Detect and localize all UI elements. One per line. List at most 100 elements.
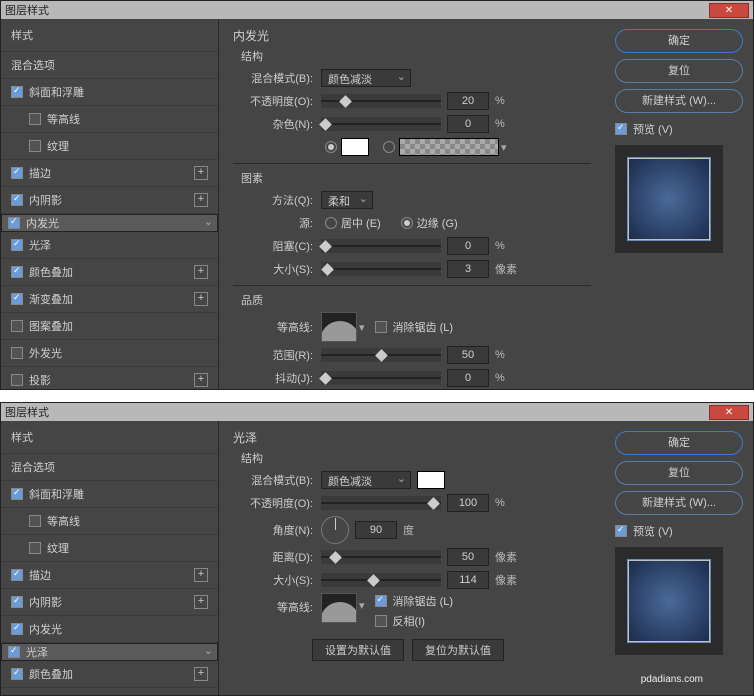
sidebar-item-bevel[interactable]: 斜面和浮雕 [1,79,218,106]
sidebar-item-texture[interactable]: 纹理 [1,535,218,562]
sidebar-item-contour[interactable]: 等高线 [1,508,218,535]
checkbox-icon[interactable] [29,113,41,125]
ok-button[interactable]: 确定 [615,29,743,53]
color-swatch[interactable] [417,471,445,489]
size-input[interactable]: 114 [447,571,489,589]
new-style-button[interactable]: 新建样式 (W)... [615,491,743,515]
opacity-input[interactable]: 20 [447,92,489,110]
antialias-checkbox[interactable] [375,321,387,333]
add-effect-icon[interactable]: + [194,193,208,207]
add-effect-icon[interactable]: + [194,292,208,306]
sidebar-item-contour[interactable]: 等高线 [1,106,218,133]
sidebar-item-inner-shadow[interactable]: 内阴影+ [1,187,218,214]
source-edge-radio[interactable] [401,217,413,229]
ok-button[interactable]: 确定 [615,431,743,455]
add-effect-icon[interactable]: + [194,667,208,681]
size-input[interactable]: 3 [447,260,489,278]
noise-input[interactable]: 0 [447,115,489,133]
checkbox-icon[interactable] [11,239,23,251]
close-button[interactable]: ✕ [709,405,749,420]
add-effect-icon[interactable]: + [194,595,208,609]
size-slider[interactable] [321,262,441,276]
choke-slider[interactable] [321,239,441,253]
sidebar-item-gradient-overlay[interactable]: 渐变叠加+ [1,286,218,313]
sidebar-item-color-overlay[interactable]: 颜色叠加+ [1,259,218,286]
sidebar-item-stroke[interactable]: 描边+ [1,160,218,187]
color-swatch[interactable] [341,138,369,156]
reset-default-button[interactable]: 复位为默认值 [412,639,504,661]
gradient-radio[interactable] [383,141,395,153]
sidebar-item-satin[interactable]: 光泽 [1,232,218,259]
size-slider[interactable] [321,573,441,587]
checkbox-icon[interactable] [29,542,41,554]
reset-button[interactable]: 复位 [615,59,743,83]
add-effect-icon[interactable]: + [194,166,208,180]
sidebar-item-inner-glow[interactable]: 内发光 [1,214,218,232]
choke-input[interactable]: 0 [447,237,489,255]
jitter-slider[interactable] [321,371,441,385]
opacity-slider[interactable] [321,496,441,510]
checkbox-icon[interactable] [11,374,23,386]
checkbox-icon[interactable] [11,596,23,608]
close-button[interactable]: ✕ [709,3,749,18]
checkbox-icon[interactable] [11,194,23,206]
checkbox-icon[interactable] [29,515,41,527]
new-style-button[interactable]: 新建样式 (W)... [615,89,743,113]
contour-picker[interactable] [321,593,357,623]
sidebar-item-satin[interactable]: 光泽 [1,643,218,661]
checkbox-icon[interactable] [11,167,23,179]
checkbox-icon[interactable] [11,623,23,635]
angle-dial[interactable] [321,516,349,544]
opacity-input[interactable]: 100 [447,494,489,512]
blend-mode-select[interactable]: 颜色减淡 [321,471,411,489]
add-effect-icon[interactable]: + [194,373,208,387]
checkbox-icon[interactable] [29,140,41,152]
contour-picker[interactable] [321,312,357,342]
checkbox-icon[interactable] [8,646,20,658]
technique-select[interactable]: 柔和 [321,191,373,209]
checkbox-icon[interactable] [11,347,23,359]
gradient-swatch[interactable] [399,138,499,156]
reset-button[interactable]: 复位 [615,461,743,485]
jitter-input[interactable]: 0 [447,369,489,387]
source-center-radio[interactable] [325,217,337,229]
antialias-checkbox[interactable] [375,595,387,607]
checkbox-icon[interactable] [11,320,23,332]
sidebar-item-inner-shadow[interactable]: 内阴影+ [1,589,218,616]
sidebar-item-drop-shadow[interactable]: 投影+ [1,367,218,389]
sidebar-item-pattern-overlay[interactable]: 图案叠加 [1,313,218,340]
sidebar-blend-options[interactable]: 混合选项 [1,454,218,481]
angle-label: 角度(N): [233,522,321,538]
technique-label: 方法(Q): [233,192,321,208]
titlebar: 图层样式 ✕ [1,1,753,19]
color-radio[interactable] [325,141,337,153]
checkbox-icon[interactable] [11,293,23,305]
sidebar-item-inner-glow[interactable]: 内发光 [1,616,218,643]
checkbox-icon[interactable] [11,266,23,278]
sidebar-item-stroke[interactable]: 描边+ [1,562,218,589]
opacity-slider[interactable] [321,94,441,108]
range-input[interactable]: 50 [447,346,489,364]
add-effect-icon[interactable]: + [194,265,208,279]
noise-slider[interactable] [321,117,441,131]
checkbox-icon[interactable] [11,668,23,680]
checkbox-icon[interactable] [11,569,23,581]
checkbox-icon[interactable] [8,217,20,229]
preview-checkbox[interactable] [615,525,627,537]
checkbox-icon[interactable] [11,488,23,500]
angle-input[interactable]: 90 [355,521,397,539]
checkbox-icon[interactable] [11,86,23,98]
sidebar-item-color-overlay[interactable]: 颜色叠加+ [1,661,218,688]
sidebar-blend-options[interactable]: 混合选项 [1,52,218,79]
blend-mode-select[interactable]: 颜色减淡 [321,69,411,87]
add-effect-icon[interactable]: + [194,568,208,582]
set-default-button[interactable]: 设置为默认值 [312,639,404,661]
preview-checkbox[interactable] [615,123,627,135]
invert-checkbox[interactable] [375,615,387,627]
sidebar-item-texture[interactable]: 纹理 [1,133,218,160]
sidebar-item-outer-glow[interactable]: 外发光 [1,340,218,367]
distance-slider[interactable] [321,550,441,564]
range-slider[interactable] [321,348,441,362]
distance-input[interactable]: 50 [447,548,489,566]
sidebar-item-bevel[interactable]: 斜面和浮雕 [1,481,218,508]
